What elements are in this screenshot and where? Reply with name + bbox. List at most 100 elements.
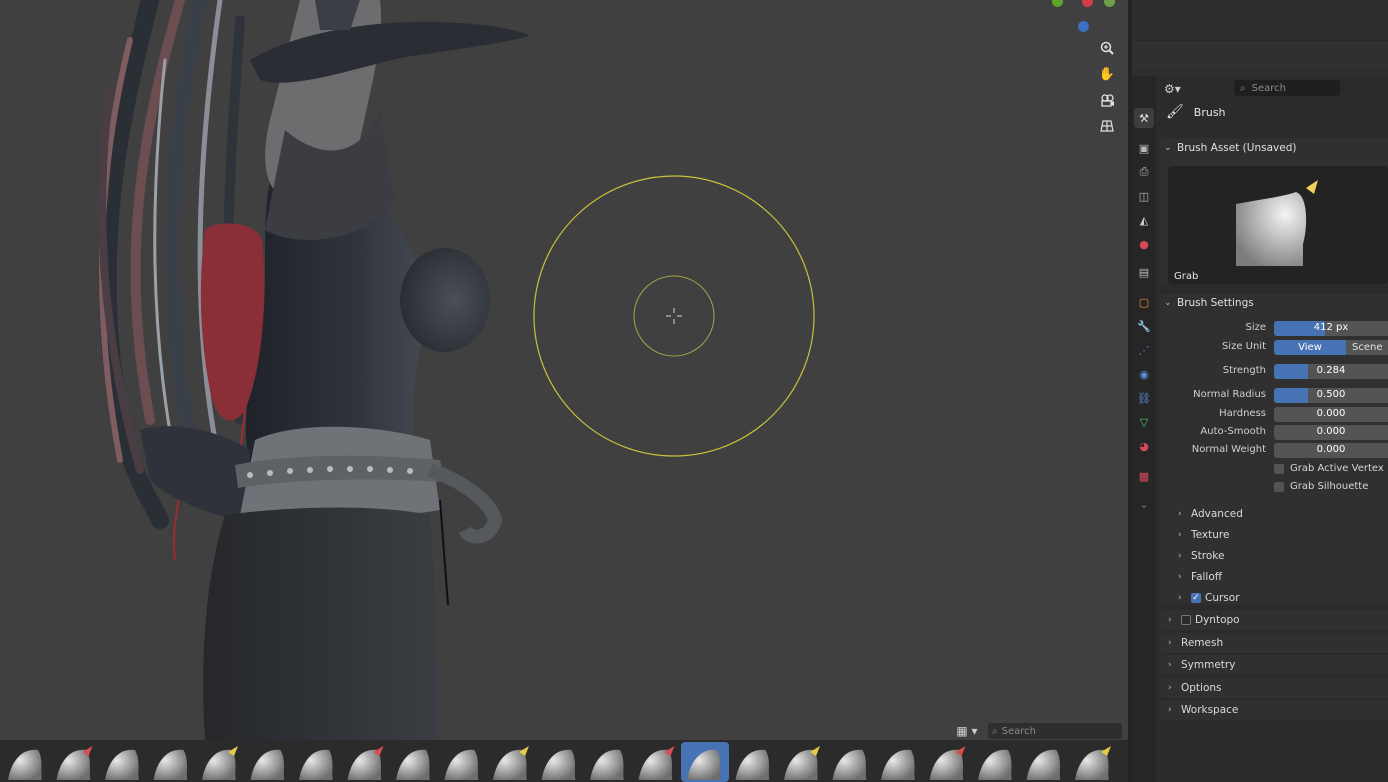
workspace-panel[interactable]: › Workspace [1160, 700, 1388, 720]
cursor-checkbox[interactable]: ✓ [1191, 593, 1201, 603]
hand-pan-icon[interactable]: ✋ [1096, 64, 1118, 84]
brush-thumbnail[interactable] [929, 746, 966, 780]
options-panel[interactable]: › Options [1160, 678, 1388, 698]
camera-view-icon[interactable] [1096, 90, 1118, 110]
normal-radius-row: Normal Radius 0.500 [1156, 388, 1388, 404]
brush-thumbnail[interactable] [299, 749, 333, 780]
chevron-right-icon: › [1178, 572, 1182, 582]
grab-active-vertex-checkbox[interactable] [1274, 463, 1284, 474]
brush-asset-header[interactable]: ⌄ Brush Asset (Unsaved) [1164, 142, 1296, 154]
brush-thumbnail[interactable] [444, 749, 479, 780]
brush-falloff-circle [633, 275, 715, 357]
grab-brush-thumbnail [1236, 180, 1318, 266]
grab-silhouette-checkbox[interactable] [1274, 481, 1284, 492]
search-icon: ⌕ [1240, 82, 1246, 94]
render-tab-icon[interactable]: ▣ [1134, 138, 1154, 158]
brush-thumbnail[interactable] [590, 749, 624, 780]
object-tab-icon[interactable]: ▢ [1134, 292, 1154, 312]
brush-radius-circle [533, 175, 815, 457]
brush-thumbnail[interactable] [347, 746, 384, 780]
brush-thumbnail[interactable] [202, 746, 238, 780]
particles-tab-icon[interactable]: ⋰ [1134, 340, 1154, 360]
size-row: Size 412 px [1156, 321, 1388, 337]
subpanel-texture[interactable]: › Texture [1178, 529, 1229, 541]
hand [250, 21, 530, 83]
asset-shelf-search: ▦ ▾ ⌕ Search [950, 722, 1122, 740]
brush-thumbnail[interactable] [832, 749, 867, 780]
physics-tab-icon[interactable]: ◉ [1134, 364, 1154, 384]
size-unit-row: Size Unit View Scene [1156, 340, 1388, 356]
size-slider[interactable]: 412 px [1274, 321, 1388, 336]
chevron-right-icon: › [1178, 509, 1182, 519]
chevron-right-icon: › [1178, 530, 1182, 540]
properties-search-input[interactable]: ⌕ Search [1234, 80, 1340, 96]
brush-settings-header[interactable]: ⌄ Brush Settings [1164, 297, 1254, 309]
cursor-crosshair [666, 308, 682, 324]
asset-shelf-search-input[interactable]: ⌕ Search [988, 723, 1122, 739]
brush-thumbnail[interactable] [978, 749, 1012, 780]
sculpt-model [98, 0, 815, 740]
view-layer-tab-icon[interactable]: ◫ [1134, 186, 1154, 206]
scene-tab-icon[interactable]: ◭ [1134, 210, 1154, 230]
brush-thumbnail[interactable] [541, 749, 576, 780]
constraints-tab-icon[interactable]: ⛓ [1134, 388, 1154, 408]
chevron-right-icon: › [1168, 705, 1172, 715]
normal-weight-row: Normal Weight 0.000 [1156, 443, 1388, 459]
brush-thumbnail[interactable] [396, 749, 430, 780]
hardness-slider[interactable]: 0.000 [1274, 407, 1388, 422]
symmetry-panel[interactable]: › Symmetry [1160, 655, 1388, 675]
subpanel-falloff[interactable]: › Falloff [1178, 571, 1222, 583]
brush-thumbnail[interactable] [250, 749, 285, 780]
brush-preview-label: Grab [1174, 271, 1199, 282]
brush-preview[interactable]: Grab [1168, 166, 1388, 284]
chevron-down-icon[interactable]: ⌄ [1134, 494, 1154, 514]
gizmo-z-axis-dot[interactable] [1078, 21, 1089, 32]
material-tab-icon[interactable]: ◕ [1134, 436, 1154, 456]
data-tab-icon[interactable]: ▽ [1134, 412, 1154, 432]
brush-thumbnail[interactable] [105, 749, 139, 780]
brush-thumbnail[interactable] [735, 749, 770, 780]
brush-thumbnail[interactable] [881, 749, 915, 780]
brush-thumbnail[interactable] [784, 746, 820, 780]
search-icon: ⌕ [992, 725, 998, 737]
modifier-tab-icon[interactable]: 🔧 [1134, 316, 1154, 336]
brush-thumbnail[interactable] [1026, 749, 1061, 780]
chevron-down-icon: ⌄ [1164, 143, 1172, 153]
dyntopo-panel[interactable]: › Dyntopo [1160, 610, 1388, 630]
normal-weight-slider[interactable]: 0.000 [1274, 443, 1388, 458]
brush-thumbnail[interactable] [153, 749, 188, 780]
properties-top-area [1132, 0, 1388, 76]
normal-radius-slider[interactable]: 0.500 [1274, 388, 1388, 403]
grid-icon[interactable]: ▦ ▾ [950, 722, 984, 740]
header-strip [1132, 40, 1388, 67]
texture-tab-icon[interactable]: ▩ [1134, 466, 1154, 486]
output-tab-icon[interactable]: ⎙ [1134, 162, 1154, 182]
auto-smooth-row: Auto-Smooth 0.000 [1156, 425, 1388, 441]
tool-tab-icon[interactable]: ⚒ [1134, 108, 1154, 128]
subpanel-cursor[interactable]: › ✓ Cursor [1178, 592, 1240, 604]
brush-thumbnail[interactable] [56, 746, 93, 780]
chevron-right-icon: › [1178, 551, 1182, 561]
brush-thumbnail[interactable] [1075, 746, 1111, 780]
brush-thumbnail[interactable] [638, 746, 675, 780]
editor-type-icon[interactable]: ⚙▾ [1164, 82, 1181, 96]
strength-slider[interactable]: 0.284 [1274, 364, 1388, 379]
grab-active-vertex-row[interactable]: Grab Active Vertex [1274, 463, 1384, 474]
3d-viewport[interactable]: ✋ ▦ ▾ ⌕ Search [0, 0, 1128, 740]
perspective-grid-icon[interactable] [1096, 116, 1118, 136]
brush-thumbnail[interactable] [8, 749, 42, 780]
auto-smooth-slider[interactable]: 0.000 [1274, 425, 1388, 440]
grab-silhouette-row[interactable]: Grab Silhouette [1274, 481, 1368, 492]
brush-thumbnail[interactable] [493, 746, 529, 780]
dyntopo-checkbox[interactable] [1181, 615, 1191, 625]
size-unit-toggle: View Scene [1274, 340, 1388, 355]
subpanel-stroke[interactable]: › Stroke [1178, 550, 1224, 562]
world-tab-icon[interactable]: ● [1134, 234, 1154, 254]
navigation-gizmo: ✋ [1096, 38, 1118, 136]
zoom-icon[interactable] [1096, 38, 1118, 58]
subpanel-advanced[interactable]: › Advanced [1178, 508, 1243, 520]
remesh-panel[interactable]: › Remesh [1160, 633, 1388, 653]
size-unit-scene[interactable]: Scene [1346, 340, 1388, 355]
collection-tab-icon[interactable]: ▤ [1134, 262, 1154, 282]
size-unit-view[interactable]: View [1274, 340, 1346, 355]
